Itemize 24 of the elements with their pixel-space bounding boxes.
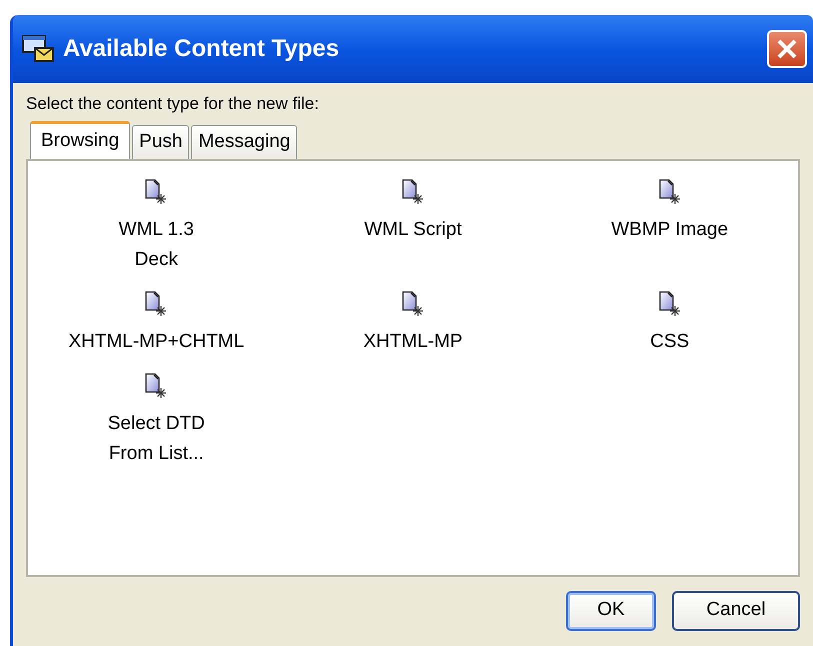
- content-type-label[interactable]: WBMP Image: [611, 214, 728, 244]
- tab[interactable]: Push: [132, 124, 190, 158]
- content-type-label[interactable]: CSS: [650, 326, 690, 356]
- content-type-label[interactable]: Select DTD From List...: [108, 408, 205, 468]
- dialog-app-icon: [21, 34, 55, 64]
- dialog-button[interactable]: OK: [566, 590, 656, 630]
- new-file-icon: [658, 290, 682, 316]
- new-file-icon: [144, 178, 168, 204]
- content-type-label[interactable]: WML 1.3 Deck: [118, 214, 194, 274]
- new-file-icon: [144, 290, 168, 316]
- prompt-label: Select the content type for the new file:: [26, 93, 320, 115]
- tab[interactable]: Messaging: [191, 124, 298, 158]
- content-type-label[interactable]: XHTML-MP+CHTML: [68, 326, 244, 356]
- content-type-label[interactable]: WML Script: [364, 214, 462, 244]
- close-button[interactable]: [767, 30, 807, 68]
- dialog-button[interactable]: Cancel: [672, 590, 800, 630]
- tab[interactable]: Browsing: [30, 120, 130, 158]
- content-type-label[interactable]: XHTML-MP: [363, 326, 463, 356]
- new-file-icon: [400, 178, 425, 204]
- new-file-icon: [658, 178, 682, 204]
- close-icon: [776, 38, 798, 60]
- new-file-icon: [144, 372, 168, 398]
- new-file-icon: [400, 290, 425, 316]
- window-title: Available Content Types: [63, 34, 340, 64]
